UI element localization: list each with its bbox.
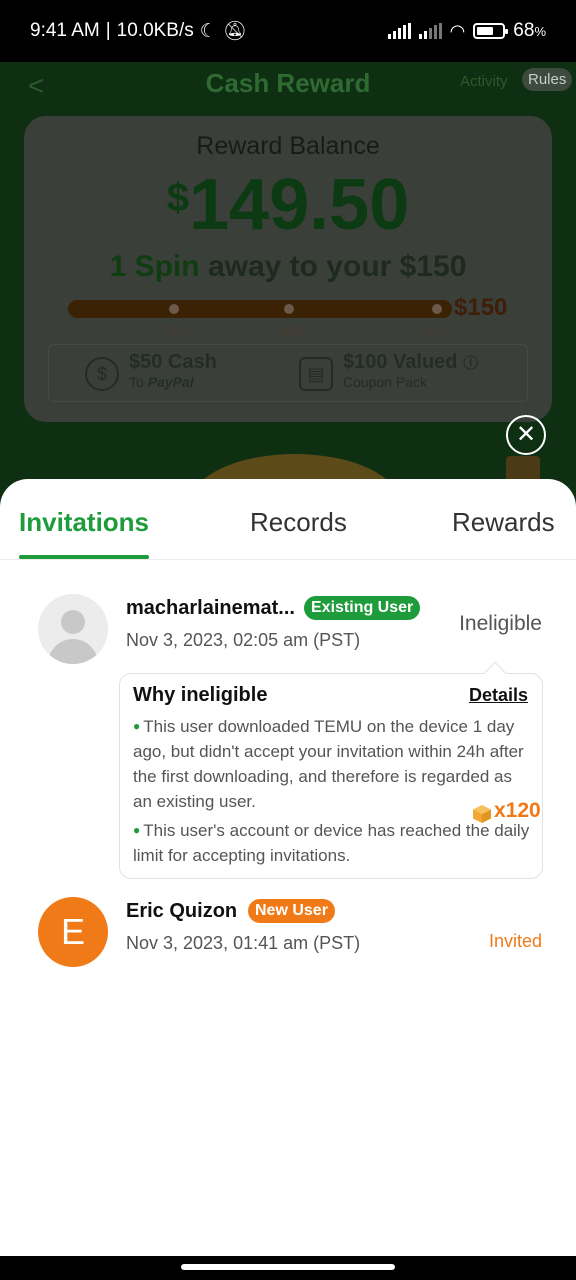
network-speed: 10.0KB/s [116, 20, 194, 41]
dollar-icon: $ [85, 357, 119, 391]
tab-bar: Invitations Records Rewards [0, 479, 576, 560]
ineligible-status[interactable]: Ineligible [459, 612, 542, 636]
reward-cash: $50 Cash To PayPal [129, 351, 217, 390]
invite-date: Nov 3, 2023, 01:41 am (PST) [126, 933, 361, 953]
active-tab-indicator [19, 555, 149, 559]
tooltip-bullet: ● This user downloaded TEMU on the device… [133, 717, 524, 811]
existing-user-badge: Existing User [304, 596, 421, 620]
reward-coupon: $100 Valued ⓘ Coupon Pack [343, 351, 479, 390]
coin-cube-icon [473, 805, 491, 823]
progress-dot [284, 304, 294, 314]
progress-bar [68, 300, 452, 318]
home-bar[interactable] [181, 1264, 395, 1270]
home-indicator [0, 1256, 576, 1280]
background-page: < Cash Reward Activity Rules Reward Bala… [0, 62, 576, 502]
invited-status: Invited [488, 931, 542, 951]
status-time: 9:41 AM [30, 20, 100, 41]
reward-count: x120 [494, 799, 541, 822]
tooltip-bullet: ● This user's account or device has reach… [133, 821, 530, 865]
status-divider: | [105, 20, 111, 41]
ineligible-tooltip: Why ineligible Details ● This user downlo… [119, 661, 543, 879]
moon-icon: ☾ [199, 20, 217, 42]
spin-message: 1 Spin away to your $150 [109, 250, 467, 283]
tooltip-title: Why ineligible [133, 684, 268, 706]
avatar [38, 594, 108, 664]
coupon-icon: ▤ [299, 357, 333, 391]
wifi-icon: ◠ [449, 20, 466, 41]
battery-percent: 68% [513, 20, 546, 41]
bullet-icon: ● [133, 823, 141, 837]
progress-tick: 30% [164, 324, 189, 338]
battery-fill [477, 27, 494, 35]
info-icon: ⓘ [463, 355, 479, 372]
bullet-icon: ● [133, 719, 141, 733]
activity-link[interactable]: Activity [460, 73, 508, 90]
progress-dot [432, 304, 442, 314]
avatar: E [38, 897, 108, 967]
tab-rewards[interactable]: Rewards [452, 507, 555, 538]
signal-icon [387, 23, 411, 39]
progress-goal: $150 [454, 294, 508, 321]
invitee-name: macharlainemat... [126, 597, 295, 619]
close-button[interactable]: ✕ [506, 415, 546, 455]
user-placeholder-icon [61, 610, 85, 634]
progress-tick: 60% [280, 324, 305, 338]
tab-records[interactable]: Records [250, 507, 347, 538]
balance-amount: $149.50 [166, 165, 410, 245]
signal-2-icon [418, 23, 442, 39]
mute-bell-icon: 🔕︎ [222, 21, 247, 42]
invitation-sheet: Invitations Records Rewards macharlainem… [0, 479, 576, 1280]
details-link[interactable]: Details [469, 685, 528, 706]
progress-tick: 90% [422, 324, 447, 338]
invite-date: Nov 3, 2023, 02:05 am (PST) [126, 630, 361, 650]
background-header: < Cash Reward Activity Rules [0, 62, 576, 102]
reward-balance-card: Reward Balance $149.50 1 Spin away to yo… [24, 116, 552, 422]
reward-options: $ $50 Cash To PayPal ▤ $100 Valued ⓘ Cou… [48, 344, 528, 402]
rules-button[interactable]: Rules [522, 68, 573, 91]
status-bar: 9:41 AM | 10.0KB/s ☾ 🔕︎ ◠ 68% [0, 0, 576, 62]
balance-label: Reward Balance [196, 132, 380, 160]
progress-dot [169, 304, 179, 314]
tab-invitations[interactable]: Invitations [19, 507, 149, 538]
invitee-name: Eric Quizon [126, 900, 238, 922]
battery-icon [473, 23, 509, 39]
new-user-badge: New User [248, 899, 335, 923]
